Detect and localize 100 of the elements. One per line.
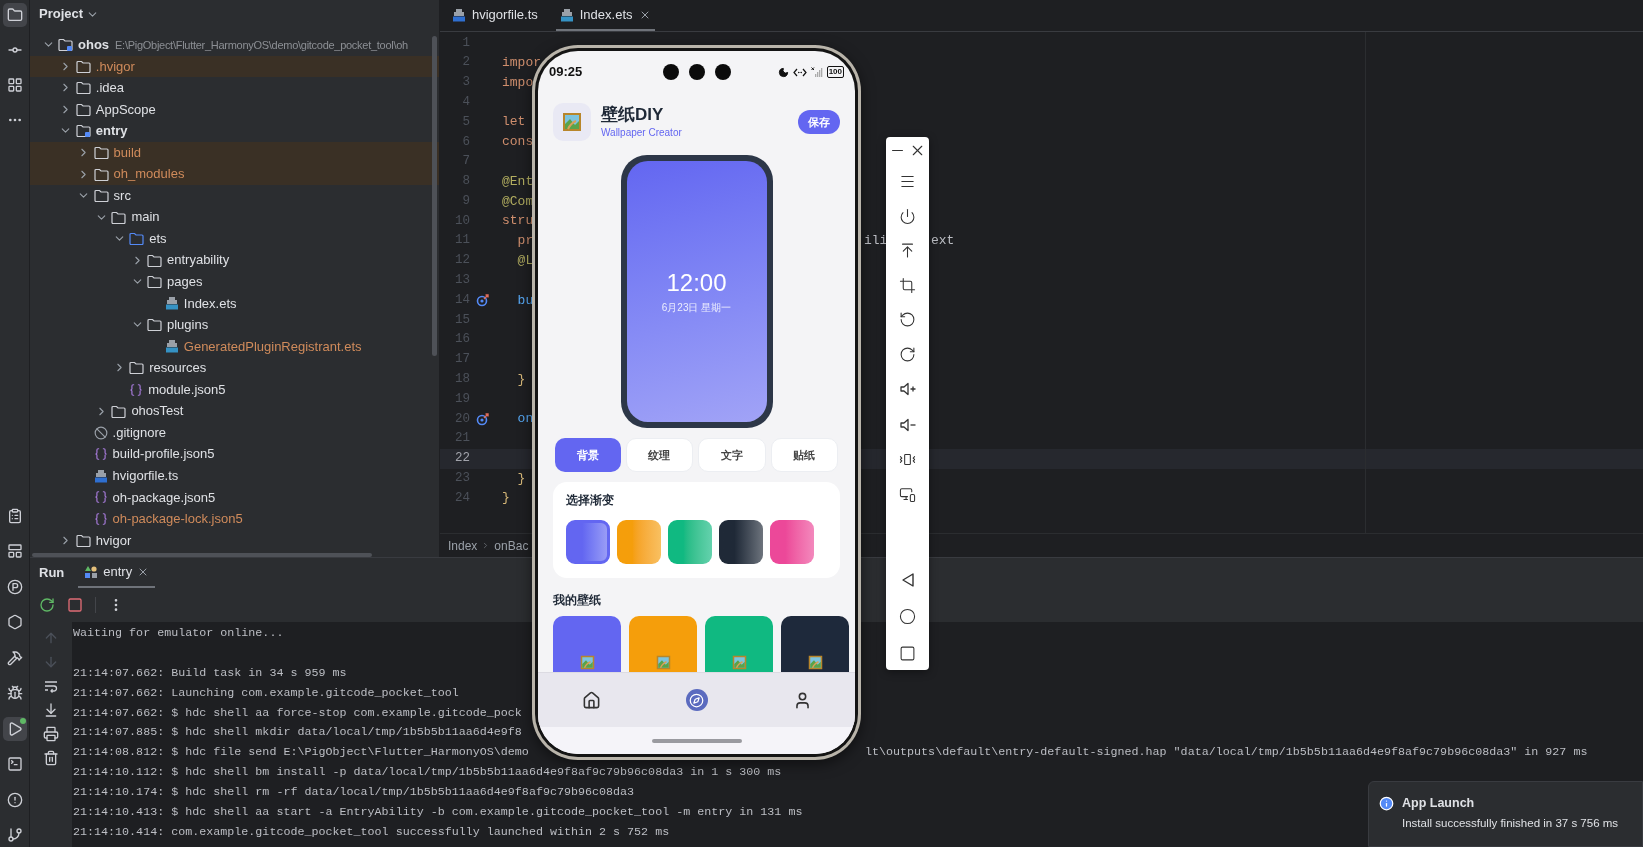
folder-icon	[111, 404, 127, 418]
wallpaper-card[interactable]	[781, 616, 849, 672]
tree-item[interactable]: ets	[30, 227, 439, 250]
console-line: 21:14:08.812: $ hdc file send E:\PigObject\Flutter_HarmonyOS\demo	[73, 744, 529, 762]
framed-picture-icon	[655, 655, 671, 670]
play-icon[interactable]	[2, 716, 27, 741]
braces-icon	[93, 490, 108, 505]
breadcrumb-item[interactable]: onBac	[494, 536, 529, 555]
tree-item[interactable]: build	[30, 141, 439, 164]
editor-tab[interactable]: 纹理	[625, 438, 693, 472]
tree-item[interactable]: resources	[30, 357, 439, 379]
console-line: 21:14:10.112: $ hdc shell bm install -p data/local/tmp/1b5b5b11aa6d4e9f8af9c79b96c08da3 in 1 s 300 ms	[73, 764, 782, 782]
project-path: E:\PigObject\Flutter_HarmonyOS\demo\gitcode_pocket_tool\oh	[115, 37, 408, 53]
stop-icon[interactable]	[67, 597, 83, 613]
ts-file-icon	[93, 468, 108, 483]
code-text: @L	[516, 251, 534, 270]
tree-item[interactable]: .idea	[30, 77, 439, 99]
tree-item[interactable]: GeneratedPluginRegistrant.ets	[30, 335, 439, 358]
devices-icon[interactable]	[899, 485, 916, 503]
folder-icon	[129, 361, 145, 375]
square-icon[interactable]	[899, 645, 916, 662]
code-text: }	[502, 489, 510, 508]
braces-icon	[93, 447, 108, 462]
breadcrumb-item[interactable]: Index	[448, 536, 478, 555]
trash-icon[interactable]	[43, 750, 59, 766]
folder-icon	[75, 533, 91, 547]
vibrating-phone-icon[interactable]	[899, 451, 916, 468]
tree-item[interactable]: module.json5	[30, 378, 439, 401]
tree-item[interactable]: oh-package.json5	[30, 486, 439, 509]
tree-item[interactable]: Index.ets	[30, 292, 439, 315]
rerun-icon[interactable]	[39, 597, 55, 613]
tree-item[interactable]: .hvigor	[30, 55, 439, 78]
editor-tab[interactable]: Index.ets	[555, 0, 655, 31]
rotate-right-icon[interactable]	[899, 345, 916, 363]
save-button[interactable]: 保存	[798, 110, 840, 134]
console-line: 21:14:10.174: $ hdc shell rm -rf data/local/tmp/1b5b5b11aa6d4e9f8af9c79b96c08da3	[73, 783, 635, 801]
tree-item[interactable]: ohos E:\PigObject\Flutter_HarmonyOS\demo\gitcode_pocket_tool\oh	[30, 34, 439, 56]
console-line: 21:14:07.662: Build task in 34 s 959 ms	[73, 664, 347, 682]
code-text: ili	[864, 232, 888, 251]
tree-item[interactable]: hvigor	[30, 529, 439, 552]
home-circle-icon[interactable]	[899, 608, 916, 625]
folder-icon[interactable]	[2, 3, 27, 27]
gradient-swatch[interactable]	[668, 520, 712, 564]
folder-icon	[147, 318, 162, 332]
tree-item[interactable]: main	[30, 206, 439, 228]
code-text: let	[502, 113, 526, 132]
folder-icon	[147, 253, 162, 267]
folder-icon	[129, 232, 145, 246]
printer-icon[interactable]	[43, 726, 59, 742]
run-tab[interactable]: entry	[78, 558, 156, 588]
tree-item[interactable]: oh-package-lock.json5	[30, 508, 439, 530]
power-icon[interactable]	[899, 207, 916, 225]
app-title: 壁纸DIY	[601, 104, 665, 126]
tree-item[interactable]: build-profile.json5	[30, 443, 439, 465]
code-text: impor	[502, 53, 541, 72]
gradient-swatch[interactable]	[719, 520, 763, 564]
status-time: 09:25	[549, 63, 584, 82]
tree-item[interactable]: plugins	[30, 314, 439, 336]
gradient-swatch[interactable]	[617, 520, 661, 564]
tree-item[interactable]: AppScope	[30, 98, 439, 121]
tree-item[interactable]: src	[30, 184, 439, 207]
editor-tab[interactable]: 背景	[555, 438, 621, 472]
framed-picture-icon	[731, 655, 747, 670]
tree-item[interactable]: .gitignore	[30, 421, 439, 444]
arrow-up-to-line-icon[interactable]	[899, 242, 916, 259]
notification-message: Install successfully finished in 37 s 756 ms	[1402, 816, 1619, 830]
tree-item[interactable]: entry	[30, 120, 439, 142]
tree-item[interactable]: oh_modules	[30, 163, 439, 185]
tree-item[interactable]: entryability	[30, 249, 439, 271]
scrollbar-thumb[interactable]	[32, 553, 372, 557]
framed-picture-icon	[807, 655, 823, 670]
rotate-left-icon[interactable]	[899, 311, 916, 328]
folder-icon	[147, 275, 162, 289]
editor-tab[interactable]: hvigorfile.ts	[448, 0, 542, 31]
code-text: ext	[931, 232, 955, 251]
gradient-swatch[interactable]	[566, 520, 610, 564]
editor-tab[interactable]: 文字	[698, 438, 766, 472]
ets-file-icon	[164, 339, 179, 354]
console-line: 21:14:10.413: $ hdc shell aa start -a EntryAbility -b com.example.gitcode_pocket_tool -m entry in 131 ms	[73, 803, 803, 821]
menu-icon[interactable]	[899, 173, 916, 190]
editor-tab[interactable]: 贴纸	[770, 438, 838, 472]
app-subtitle: Wallpaper Creator	[601, 126, 683, 140]
gradient-swatch[interactable]	[770, 520, 814, 564]
scroll-to-end-icon[interactable]	[43, 702, 59, 718]
framed-picture-icon	[562, 112, 582, 132]
home-indicator[interactable]	[651, 738, 742, 743]
volume-up-icon[interactable]	[898, 380, 917, 398]
code-text: bu	[516, 291, 534, 310]
crop-icon[interactable]	[899, 276, 916, 294]
tree-item[interactable]: pages	[30, 271, 439, 293]
ets-file-icon	[559, 7, 574, 22]
scrollbar-thumb[interactable]	[432, 36, 437, 356]
code-text: stru	[502, 212, 534, 231]
folder-icon	[75, 81, 91, 95]
wrap-text-icon[interactable]	[43, 678, 59, 694]
compass-icon[interactable]	[685, 689, 708, 711]
tree-item[interactable]: hvigorfile.ts	[30, 464, 439, 487]
panel-title: Project	[39, 5, 84, 24]
tree-item[interactable]: ohosTest	[30, 400, 439, 422]
code-text: @Ent	[502, 172, 534, 191]
